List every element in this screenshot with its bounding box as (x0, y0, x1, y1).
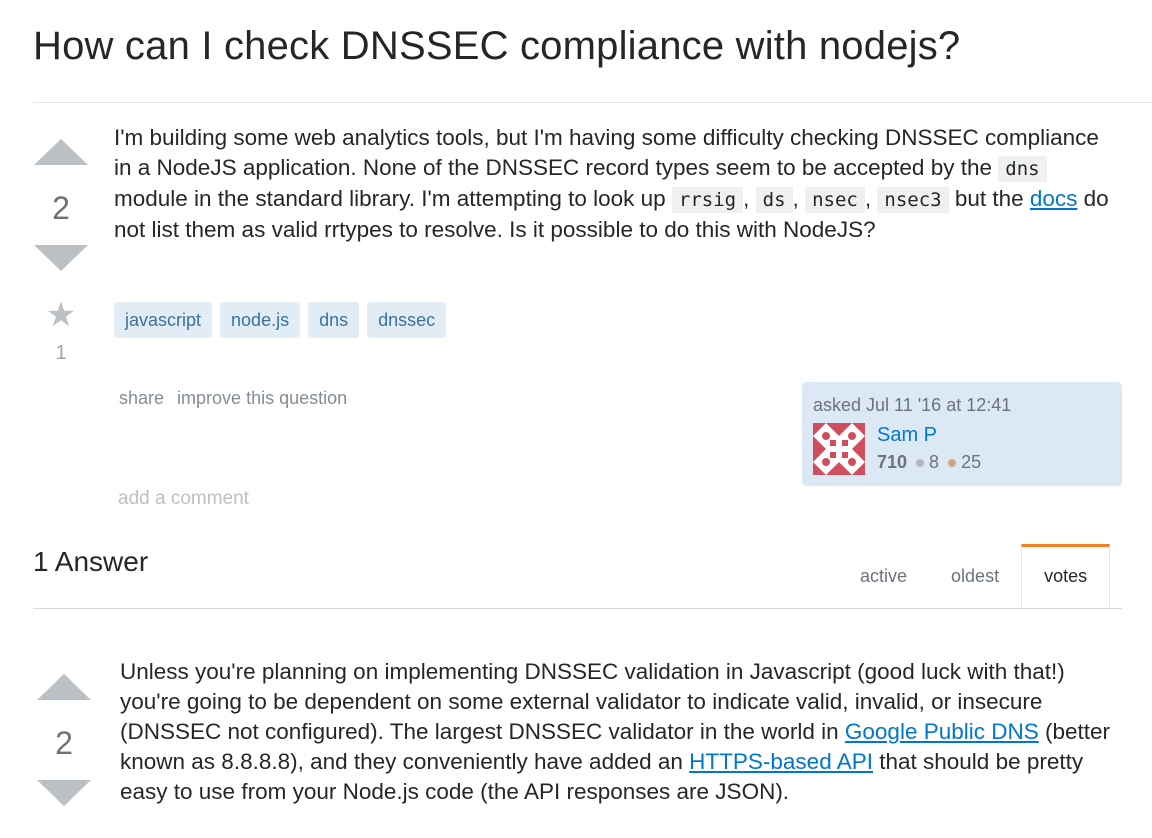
user-name-link[interactable]: Sam P (877, 424, 937, 447)
answer-vote-count: 2 (55, 725, 73, 761)
share-link[interactable]: share (119, 388, 164, 408)
reputation-score: 710 (877, 452, 908, 472)
code-rrsig: rrsig (671, 187, 744, 213)
docs-link[interactable]: docs (1030, 186, 1078, 211)
body-text: but the (948, 186, 1030, 211)
upvote-arrow-icon[interactable] (37, 674, 91, 700)
bronze-badge-icon (948, 458, 957, 467)
body-text: module in the standard library. I'm atte… (114, 186, 672, 211)
tag-dnssec[interactable]: dnssec (367, 302, 447, 338)
code-nsec3: nsec3 (877, 187, 949, 213)
body-comma: , (792, 186, 799, 211)
tag-list: javascript node.js dns dnssec (114, 302, 447, 338)
tag-javascript[interactable]: javascript (114, 302, 213, 338)
bronze-badge-count: 25 (961, 452, 982, 472)
code-ds: ds (755, 187, 793, 213)
post-menu: share improve this question (119, 388, 355, 409)
body-text: I'm building some web analytics tools, b… (114, 125, 1099, 180)
star-icon[interactable]: ★ (31, 298, 91, 332)
answer-body: Unless you're planning on implementing D… (120, 657, 1120, 807)
question-vote-count: 2 (52, 190, 70, 226)
silver-badge-count: 8 (929, 452, 940, 472)
add-comment-link[interactable]: add a comment (118, 488, 249, 510)
silver-badge-icon (916, 458, 925, 467)
answers-divider (33, 608, 1122, 609)
body-comma: , (743, 186, 750, 211)
downvote-arrow-icon[interactable] (37, 780, 91, 806)
upvote-arrow-icon[interactable] (34, 139, 88, 165)
identicon-avatar[interactable] (813, 423, 865, 475)
tab-oldest[interactable]: oldest (929, 544, 1021, 608)
answer-vote-cell: 2 (34, 674, 94, 806)
google-public-dns-link[interactable]: Google Public DNS (845, 719, 1039, 744)
title-divider (33, 102, 1152, 103)
asked-timestamp: asked Jul 11 '16 at 12:41 (813, 395, 1012, 415)
user-stats: 710 8 25 (877, 452, 990, 473)
favorite-count: 1 (55, 342, 67, 364)
tag-dns[interactable]: dns (308, 302, 360, 338)
body-comma: , (864, 186, 872, 211)
downvote-arrow-icon[interactable] (34, 245, 88, 271)
improve-question-link[interactable]: improve this question (177, 388, 347, 408)
code-dns: dns (998, 156, 1047, 182)
answer-sort-tabs: active oldest votes (838, 544, 1111, 610)
page-title: How can I check DNSSEC compliance with n… (33, 24, 961, 68)
question-body: I'm building some web analytics tools, b… (114, 123, 1114, 245)
tab-votes[interactable]: votes (1021, 544, 1111, 610)
https-api-link[interactable]: HTTPS-based API (689, 749, 873, 774)
tag-nodejs[interactable]: node.js (220, 302, 301, 338)
owner-card: asked Jul 11 '16 at 12:41 Sam P 710 8 25 (802, 382, 1122, 486)
question-vote-cell: 2 ★ 1 (31, 139, 91, 365)
answers-count-header: 1 Answer (33, 546, 149, 577)
code-nsec: nsec (805, 187, 865, 213)
tab-active[interactable]: active (838, 544, 929, 608)
